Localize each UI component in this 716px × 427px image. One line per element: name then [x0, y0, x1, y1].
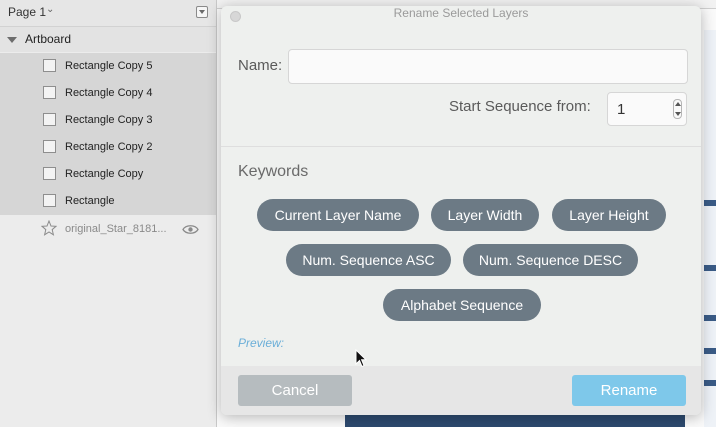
stepper-up-icon[interactable]	[675, 102, 681, 106]
canvas-content	[704, 30, 716, 427]
keyword-layer-height[interactable]: Layer Height	[552, 199, 666, 231]
chevron-down-icon: ⌄	[46, 4, 55, 15]
layer-label: Rectangle Copy 3	[65, 114, 153, 126]
layer-label: Rectangle Copy 5	[65, 60, 153, 72]
layer-label: Rectangle	[65, 195, 115, 207]
rectangle-layer-icon	[43, 167, 56, 180]
start-sequence-value[interactable]: 1	[617, 101, 625, 118]
keywords-title: Keywords	[238, 163, 309, 180]
keyword-layer-width[interactable]: Layer Width	[431, 199, 539, 231]
star-layer-row[interactable]: original_Star_8181...	[0, 215, 216, 242]
canvas-shape	[704, 315, 716, 321]
divider	[221, 146, 701, 147]
page-selector[interactable]: Page 1 ⌄	[0, 0, 216, 27]
start-sequence-stepper[interactable]: 1	[607, 92, 687, 126]
star-layer-label: original_Star_8181...	[65, 223, 167, 235]
layer-row[interactable]: Rectangle	[0, 188, 216, 215]
keyword-num-sequence-asc[interactable]: Num. Sequence ASC	[286, 244, 451, 276]
eye-icon[interactable]	[182, 224, 199, 235]
keyword-alphabet-sequence[interactable]: Alphabet Sequence	[383, 289, 541, 321]
cancel-button[interactable]: Cancel	[238, 375, 352, 406]
page-selector-label: Page 1	[8, 5, 47, 19]
keyword-current-layer-name[interactable]: Current Layer Name	[257, 199, 419, 231]
rectangle-layer-icon	[43, 86, 56, 99]
stepper-arrows-icon[interactable]	[673, 99, 682, 119]
artboard-label: Artboard	[25, 32, 72, 46]
rename-button[interactable]: Rename	[572, 375, 686, 406]
canvas-shape	[704, 380, 716, 386]
layers-panel: Page 1 ⌄ Artboard Rectangle Copy 5 Recta…	[0, 0, 217, 427]
artboard-row[interactable]: Artboard	[0, 27, 216, 52]
layer-label: Rectangle Copy 4	[65, 87, 153, 99]
layer-label: Rectangle Copy 2	[65, 141, 153, 153]
dialog-footer: Cancel Rename	[221, 366, 701, 415]
collapse-panel-icon[interactable]	[196, 6, 208, 18]
name-input[interactable]	[288, 49, 688, 84]
layer-row[interactable]: Rectangle Copy 2	[0, 134, 216, 161]
name-label: Name:	[238, 57, 283, 74]
stepper-down-icon[interactable]	[675, 112, 681, 116]
star-layer-icon	[41, 220, 57, 236]
layer-row[interactable]: Rectangle Copy 3	[0, 107, 216, 134]
rectangle-layer-icon	[43, 140, 56, 153]
mouse-pointer-icon	[355, 349, 367, 368]
layer-row[interactable]: Rectangle Copy	[0, 161, 216, 188]
layer-row[interactable]: Rectangle Copy 4	[0, 80, 216, 107]
layer-label: Rectangle Copy	[65, 168, 144, 180]
preview-label: Preview:	[238, 336, 285, 350]
disclosure-triangle-icon[interactable]	[7, 37, 17, 43]
keyword-num-sequence-desc[interactable]: Num. Sequence DESC	[463, 244, 638, 276]
rename-dialog: Rename Selected Layers Name: Start Seque…	[221, 6, 701, 415]
canvas-shape	[704, 348, 716, 354]
rectangle-layer-icon	[43, 113, 56, 126]
dialog-title: Rename Selected Layers	[393, 6, 529, 20]
rectangle-layer-icon	[43, 59, 56, 72]
rectangle-layer-icon	[43, 194, 56, 207]
start-sequence-label: Start Sequence from:	[449, 98, 591, 115]
layer-row[interactable]: Rectangle Copy 5	[0, 53, 216, 80]
canvas-shape	[704, 200, 716, 206]
canvas-shape	[704, 265, 716, 271]
selected-layers: Rectangle Copy 5 Rectangle Copy 4 Rectan…	[0, 53, 216, 215]
